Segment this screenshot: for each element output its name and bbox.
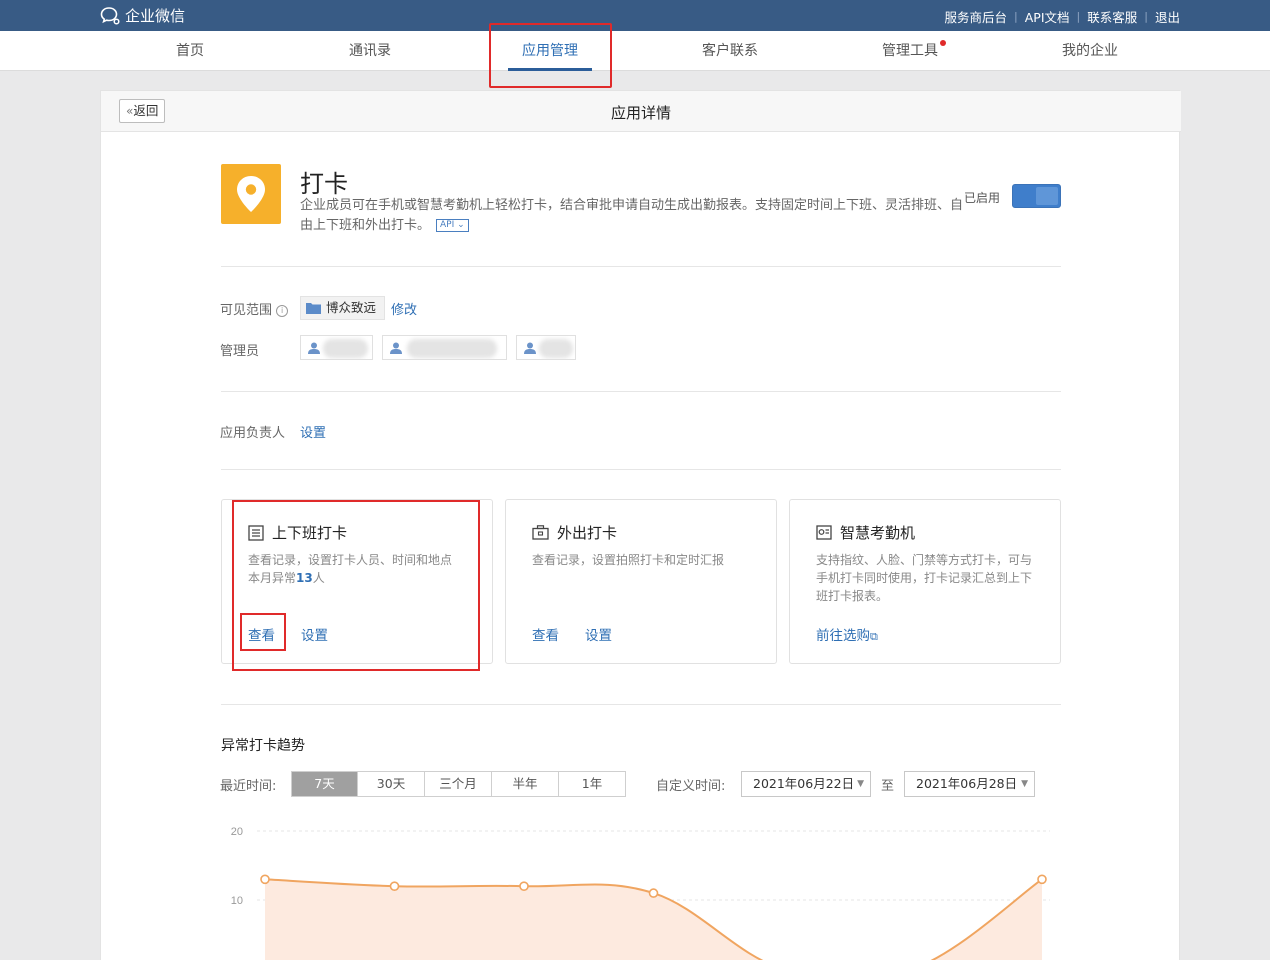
user-icon	[524, 342, 536, 354]
data-point[interactable]	[1037, 874, 1047, 885]
api-tag-label: API	[440, 220, 455, 230]
data-point[interactable]	[648, 888, 659, 898]
set-owner-link[interactable]: 设置	[300, 422, 326, 441]
panel-header: «返回 应用详情	[101, 91, 1181, 132]
top-links: 服务商后台 | API文档 | 联系客服 | 退出	[945, 7, 1180, 26]
go-purchase-link[interactable]: 前往选购⧉	[816, 624, 878, 644]
user-icon	[390, 342, 402, 354]
service-provider-link[interactable]: 服务商后台	[945, 7, 1008, 26]
nav-my-enterprise[interactable]: 我的企业	[1030, 31, 1150, 71]
user-icon	[308, 342, 320, 354]
nav-management-tools[interactable]: 管理工具	[850, 31, 970, 71]
view-outside-link[interactable]: 查看	[532, 624, 559, 644]
briefcase-icon	[532, 525, 549, 540]
card-title-text: 智慧考勤机	[840, 524, 916, 542]
divider: |	[1014, 10, 1018, 23]
notification-dot	[940, 40, 946, 46]
visibility-scope: 博众致远	[326, 300, 377, 315]
logo-text: 企业微信	[125, 7, 186, 25]
redacted-name	[323, 339, 368, 358]
main-nav: 首页 通讯录 应用管理 客户联系 管理工具 我的企业	[0, 31, 1270, 71]
wecom-logo[interactable]: 企业微信	[100, 5, 185, 26]
redacted-name	[539, 339, 573, 358]
card-title: 外出打卡	[532, 522, 617, 543]
status-label: 已启用	[964, 191, 1001, 205]
nav-home[interactable]: 首页	[130, 31, 250, 71]
settings-outside-link[interactable]: 设置	[585, 624, 612, 644]
app-name: 打卡	[300, 170, 348, 198]
app-description: 企业成员可在手机或智慧考勤机上轻松打卡，结合审批申请自动生成出勤报表。支持固定时…	[300, 196, 965, 236]
device-icon	[816, 525, 832, 540]
admin-chip[interactable]	[516, 335, 576, 360]
highlight-box	[489, 23, 612, 88]
y-tick-label: 10	[231, 895, 243, 907]
visibility-label: 可见范围 i	[220, 299, 289, 318]
top-bar: 企业微信 服务商后台 | API文档 | 联系客服 | 退出	[0, 0, 1270, 31]
card-outside-checkin: 外出打卡 查看记录，设置拍照打卡和定时汇报 查看 设置	[505, 499, 777, 664]
redacted-name	[407, 339, 497, 358]
data-point[interactable]	[519, 881, 529, 891]
nav-contacts[interactable]: 通讯录	[310, 31, 430, 71]
divider: |	[1144, 10, 1148, 23]
highlight-box	[240, 613, 286, 651]
card-description: 支持指纹、人脸、门禁等方式打卡，可与手机打卡同时使用，打卡记录汇总到上下班打卡报…	[816, 553, 1033, 603]
divider	[221, 391, 1061, 392]
api-docs-link[interactable]: API文档	[1025, 7, 1070, 26]
go-purchase-label: 前往选购	[816, 628, 870, 644]
divider	[221, 704, 1061, 705]
nav-customer-contact[interactable]: 客户联系	[670, 31, 790, 71]
admin-chip[interactable]	[300, 335, 373, 360]
page-title: 应用详情	[610, 104, 671, 122]
card-attendance-machine: 智慧考勤机 支持指纹、人脸、门禁等方式打卡，可与手机打卡同时使用，打卡记录汇总到…	[789, 499, 1061, 664]
divider: |	[1076, 10, 1081, 23]
card-title-text: 外出打卡	[557, 524, 618, 542]
divider	[221, 266, 1061, 267]
app-description-text: 企业成员可在手机或智慧考勤机上轻松打卡，结合审批申请自动生成出勤报表。支持固定时…	[300, 198, 964, 233]
visibility-scope-chip: 博众致远	[300, 296, 386, 320]
trend-chart: 2010	[231, 826, 1050, 960]
app-icon	[221, 164, 281, 224]
y-tick-label: 20	[231, 826, 243, 838]
data-point[interactable]	[389, 881, 400, 891]
data-point[interactable]	[260, 874, 270, 885]
admins-label: 管理员	[220, 344, 260, 359]
contact-support-link[interactable]: 联系客服	[1087, 7, 1137, 26]
enable-toggle[interactable]	[1012, 184, 1061, 208]
card-description: 查看记录，设置拍照打卡和定时汇报	[532, 551, 758, 569]
info-icon[interactable]: i	[276, 305, 289, 317]
api-tag[interactable]: API ⌄	[436, 219, 469, 232]
chat-bubble-icon	[100, 6, 120, 25]
owner-label: 应用负责人	[220, 426, 286, 441]
location-pin-icon	[237, 176, 265, 212]
folder-icon	[306, 303, 321, 314]
card-desc-line: 查看记录，设置拍照打卡和定时汇报	[532, 553, 725, 567]
logout-link[interactable]: 退出	[1155, 7, 1180, 26]
card-title: 智慧考勤机	[816, 522, 915, 543]
toggle-knob	[1036, 187, 1058, 205]
divider	[221, 469, 1061, 470]
external-link-icon: ⧉	[870, 630, 878, 643]
admin-chip[interactable]	[382, 335, 507, 360]
edit-visibility-link[interactable]: 修改	[391, 299, 417, 318]
